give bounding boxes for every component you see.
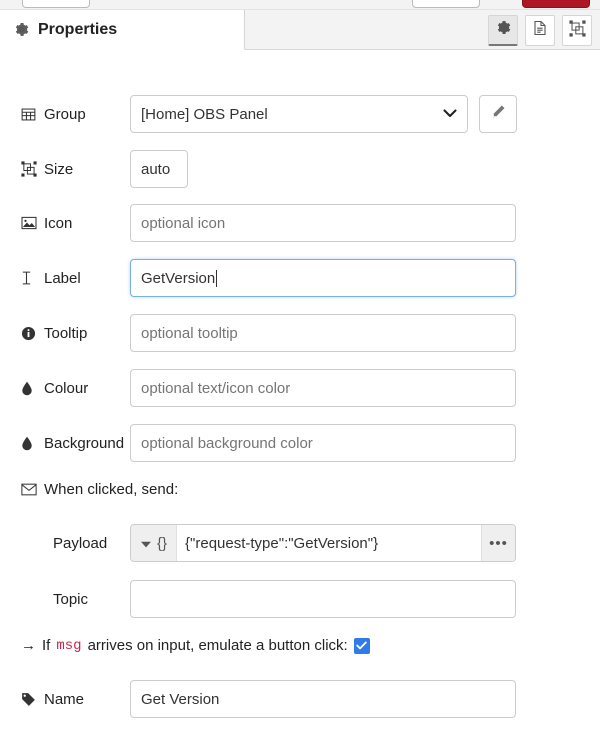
appearance-icon	[569, 20, 586, 42]
form-row-payload: Payload {} {"request-type":"GetVersion"}…	[0, 524, 600, 562]
name-label-text: Name	[44, 691, 84, 708]
table-icon	[21, 107, 37, 122]
emulate-text-after: arrives on input, emulate a button click…	[88, 637, 348, 654]
group-label: Group	[0, 106, 130, 123]
image-icon	[21, 216, 37, 230]
size-label-text: Size	[44, 161, 73, 178]
pencil-icon	[491, 104, 506, 124]
colour-label-text: Colour	[44, 380, 88, 397]
arrow-right-icon: →	[21, 637, 36, 654]
toolbar-button-right[interactable]	[412, 0, 480, 8]
deploy-button[interactable]	[522, 0, 590, 8]
text-caret	[216, 270, 217, 287]
icon-label: Icon	[0, 215, 130, 232]
form-row-topic: Topic	[0, 580, 600, 618]
size-button[interactable]: auto	[130, 150, 188, 188]
editor-toolbar-sliver	[0, 0, 600, 10]
text-cursor-icon	[21, 270, 37, 286]
label-label: Label	[0, 270, 130, 287]
background-label-text: Background	[44, 435, 124, 452]
properties-form: Group [Home] OBS Panel	[0, 51, 600, 741]
tab-icon-buttons	[488, 15, 592, 46]
form-row-group: Group [Home] OBS Panel	[0, 95, 600, 133]
tint-icon	[21, 381, 37, 396]
payload-expand-button[interactable]: •••	[481, 525, 515, 561]
form-row-name: Name Get Version	[0, 680, 600, 718]
colour-label: Colour	[0, 380, 130, 397]
label-input[interactable]: GetVersion	[130, 259, 516, 297]
payload-type-symbol: {}	[157, 535, 167, 552]
topic-input[interactable]	[130, 580, 516, 618]
label-label-text: Label	[44, 270, 81, 287]
tab-properties-label: Properties	[38, 21, 117, 39]
gear-icon	[14, 22, 29, 37]
group-label-text: Group	[44, 106, 86, 123]
topic-label: Topic	[0, 591, 130, 608]
form-row-icon: Icon	[0, 204, 600, 242]
size-value: auto	[141, 161, 170, 178]
colour-input[interactable]	[130, 369, 516, 407]
size-label: Size	[0, 161, 130, 178]
background-input[interactable]	[130, 424, 516, 462]
payload-label-text: Payload	[53, 535, 107, 552]
form-row-emulate: → If msg arrives on input, emulate a but…	[0, 637, 600, 654]
tab-appearance-btn[interactable]	[562, 15, 592, 46]
emulate-checkbox[interactable]	[354, 638, 370, 654]
tooltip-label: Tooltip	[0, 325, 130, 342]
payload-typed-input[interactable]: {} {"request-type":"GetVersion"} •••	[130, 524, 516, 562]
document-icon	[533, 20, 547, 41]
when-clicked-text: When clicked, send:	[44, 481, 178, 498]
group-select-wrapper[interactable]: [Home] OBS Panel	[130, 95, 468, 133]
editor-tabbar: Properties	[0, 10, 600, 50]
group-edit-button[interactable]	[479, 95, 517, 133]
label-input-value: GetVersion	[141, 270, 215, 287]
form-row-colour: Colour	[0, 369, 600, 407]
form-row-tooltip: Tooltip	[0, 314, 600, 352]
name-input-value: Get Version	[141, 691, 219, 708]
tab-properties-btn[interactable]	[488, 15, 518, 46]
form-row-when-clicked: When clicked, send:	[0, 481, 600, 498]
payload-label: Payload	[0, 535, 130, 552]
emulate-line: → If msg arrives on input, emulate a but…	[0, 637, 370, 654]
icon-input[interactable]	[130, 204, 516, 242]
payload-type-selector[interactable]: {}	[131, 525, 177, 561]
chevron-down-icon	[141, 535, 151, 552]
icon-label-text: Icon	[44, 215, 72, 232]
tooltip-input[interactable]	[130, 314, 516, 352]
tab-properties[interactable]: Properties	[0, 10, 245, 50]
tint-icon	[21, 436, 37, 451]
group-select[interactable]: [Home] OBS Panel	[130, 95, 468, 133]
when-clicked-label: When clicked, send:	[0, 481, 178, 498]
envelope-icon	[21, 483, 37, 496]
tooltip-label-text: Tooltip	[44, 325, 87, 342]
emulate-text-before: If	[42, 637, 50, 654]
toolbar-button-left[interactable]	[22, 0, 90, 8]
background-label: Background	[0, 435, 130, 452]
resize-icon	[21, 161, 37, 177]
tab-description-btn[interactable]	[525, 15, 555, 46]
name-input[interactable]: Get Version	[130, 680, 516, 718]
emulate-msg-code: msg	[56, 638, 81, 654]
tag-icon	[21, 692, 37, 707]
form-row-label: Label GetVersion	[0, 259, 600, 297]
info-circle-icon	[21, 326, 37, 341]
topic-label-text: Topic	[53, 591, 88, 608]
group-select-value: [Home] OBS Panel	[141, 106, 268, 123]
form-row-background: Background	[0, 424, 600, 462]
payload-value[interactable]: {"request-type":"GetVersion"}	[177, 525, 481, 561]
gear-icon	[496, 20, 511, 40]
name-label: Name	[0, 691, 130, 708]
form-row-size: Size auto	[0, 150, 600, 188]
